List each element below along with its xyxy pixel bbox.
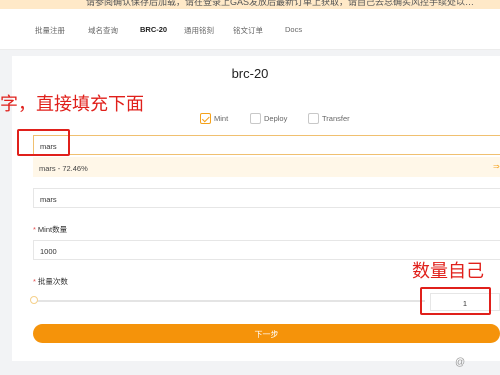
tab-batch-register[interactable]: 批量注册	[35, 25, 65, 36]
required-mark: *	[33, 277, 36, 286]
notice-banner: 请参阅确认保存后加载，请在登录上GAS发放后最新订单上获取，请自己去总确实风控手…	[0, 0, 500, 9]
tab-brc20[interactable]: BRC-20	[140, 25, 167, 34]
page-title: brc-20	[231, 66, 269, 81]
batch-count-label: * 批量次数	[33, 276, 68, 287]
required-mark: *	[33, 225, 36, 234]
mint-amount-label-text: Mint数量	[37, 225, 68, 234]
tab-docs[interactable]: Docs	[285, 25, 302, 34]
watermark: @	[455, 357, 466, 368]
token-suggestion-item[interactable]: mars - 72.46% ⇒	[33, 157, 500, 177]
token-search-input[interactable]: mars	[33, 135, 500, 155]
annotation-box-search	[17, 129, 70, 156]
tab-domain-query[interactable]: 域名查询	[88, 25, 118, 36]
tab-inscription-orders[interactable]: 铭文订单	[233, 25, 263, 36]
option-transfer-label: Transfer	[322, 114, 350, 123]
selected-token-field[interactable]: mars	[33, 188, 500, 208]
option-mint-label: Mint	[214, 114, 229, 123]
checkbox-checked-icon	[200, 113, 211, 124]
tab-general-inscribe[interactable]: 通用铭刻	[184, 25, 214, 36]
mint-amount-label: * Mint数量	[33, 224, 67, 235]
annotation-box-batch	[420, 287, 491, 315]
annotation-left-text: 字，直接填充下面	[0, 94, 144, 114]
checkbox-icon	[308, 113, 319, 124]
next-step-button[interactable]: 下一步	[33, 324, 500, 343]
selected-token-value: mars	[40, 195, 57, 204]
next-step-label: 下一步	[254, 330, 279, 339]
batch-count-label-text: 批量次数	[37, 277, 68, 286]
notice-text: 请参阅确认保存后加载，请在登录上GAS发放后最新订单上获取，请自己去总确实风控手…	[86, 0, 475, 7]
suggestion-text: mars - 72.46%	[39, 164, 88, 173]
checkbox-icon	[250, 113, 261, 124]
batch-count-slider[interactable]	[35, 300, 425, 302]
top-nav: 批量注册 域名查询 BRC-20 通用铭刻 铭文订单 Docs	[0, 9, 500, 50]
slider-handle[interactable]	[30, 296, 38, 304]
mint-amount-value: 1000	[40, 247, 57, 256]
pick-icon: ⇒	[493, 162, 500, 171]
option-deploy-label: Deploy	[264, 114, 288, 123]
annotation-right-text: 数量自己	[412, 261, 484, 281]
